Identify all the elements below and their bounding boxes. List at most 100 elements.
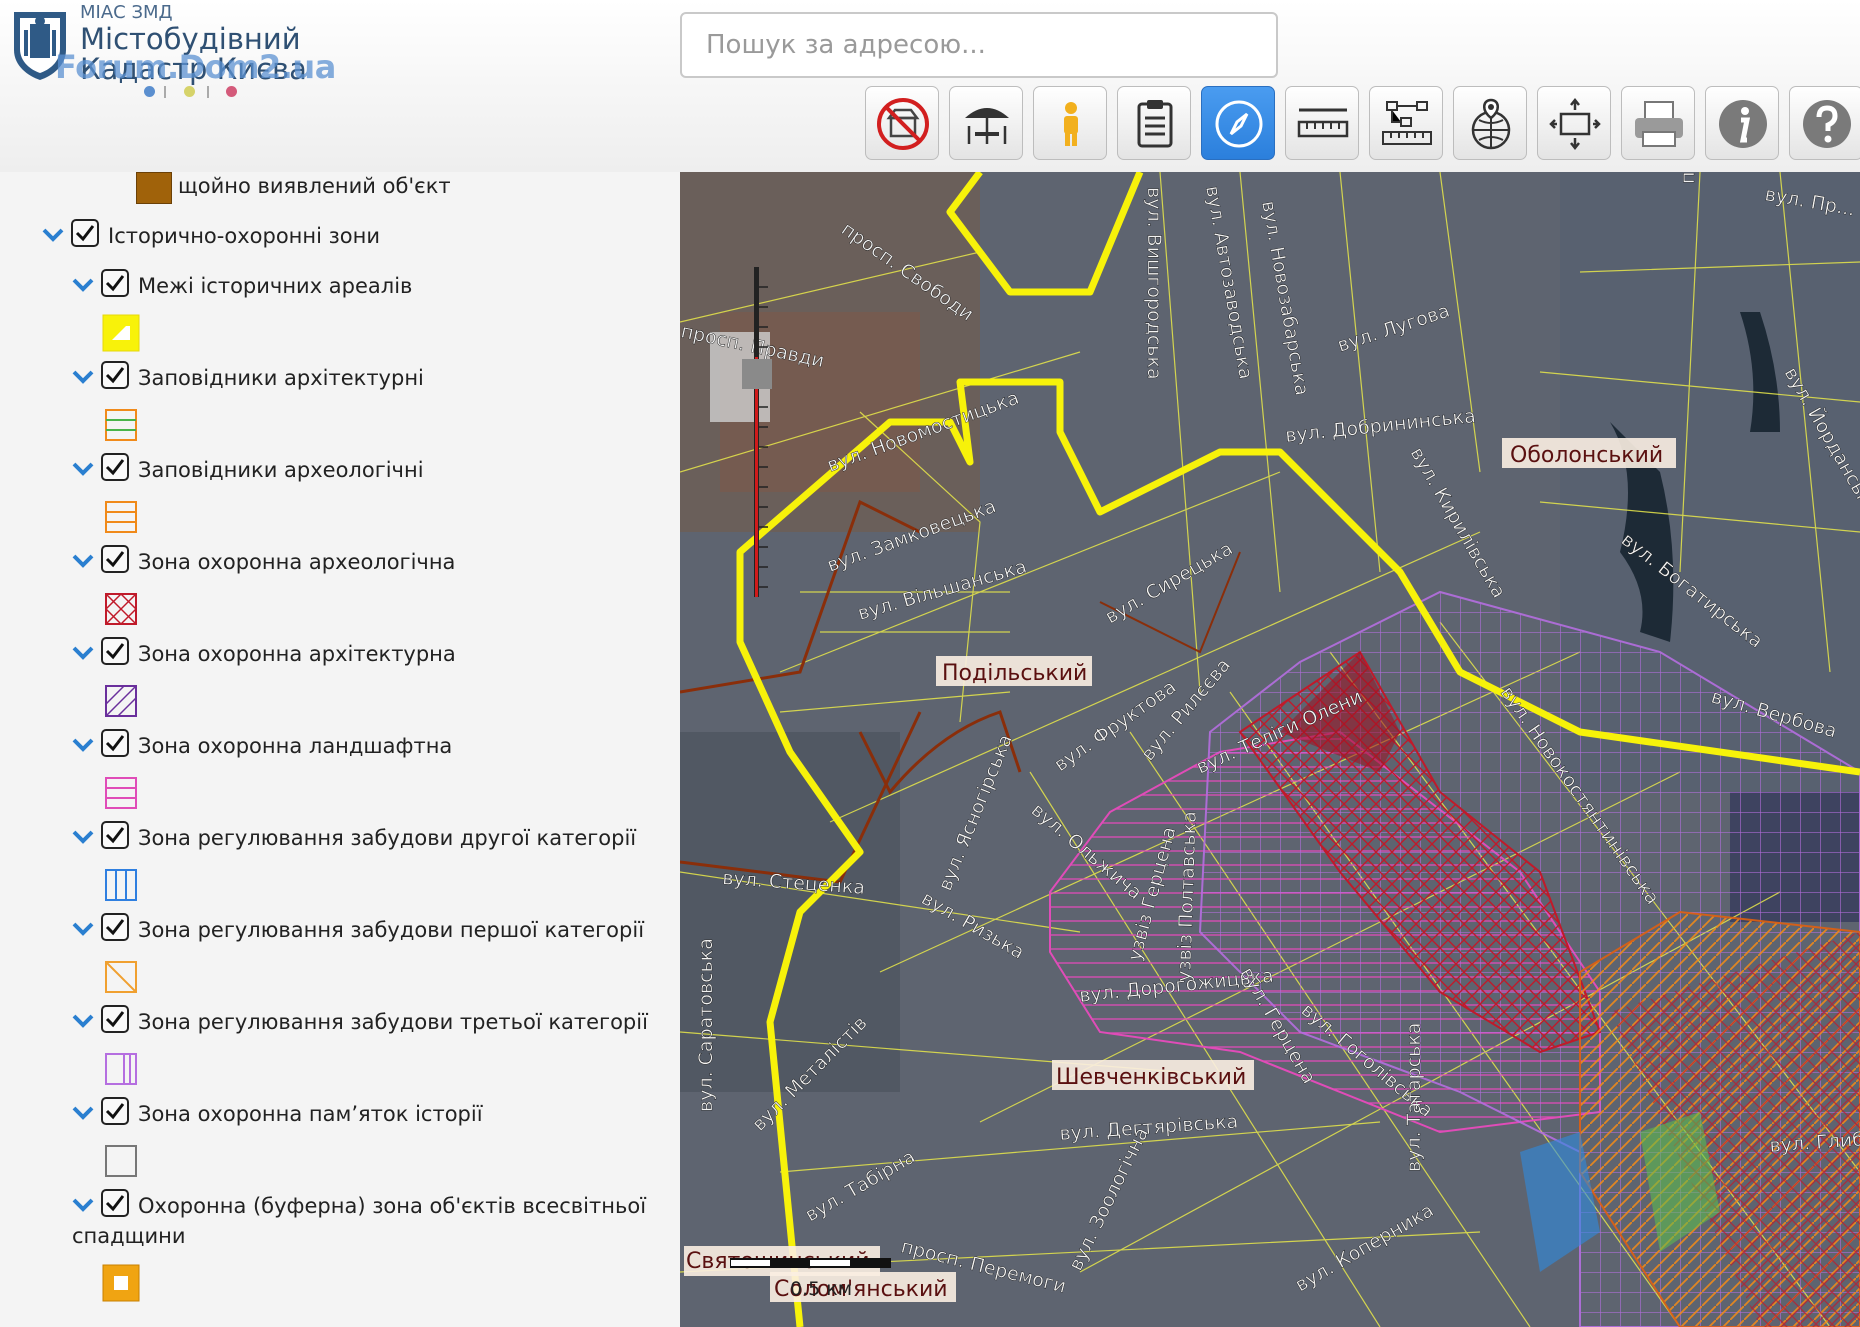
layer-3-checkbox[interactable] (101, 453, 129, 481)
compass-icon (1215, 100, 1263, 148)
legend-swatch (105, 593, 137, 625)
layer-7-checkbox[interactable] (101, 821, 129, 849)
legend-row: Зона охоронна археологічна (0, 545, 680, 638)
zoom-slider[interactable] (738, 267, 778, 597)
zoom-handle[interactable] (742, 359, 772, 389)
ruler-button[interactable] (1285, 86, 1359, 160)
legend-swatch (105, 1145, 137, 1177)
legend-row: Зона регулювання забудови першої категор… (0, 913, 680, 1006)
no-kiosk-icon (877, 98, 929, 150)
print-button[interactable] (1621, 86, 1695, 160)
clipboard-button[interactable] (1117, 86, 1191, 160)
group-label: Історично-охоронні зони (108, 224, 381, 248)
chevron-down-icon[interactable] (71, 917, 95, 941)
chevron-down-icon[interactable] (71, 1009, 95, 1033)
chevron-down-icon[interactable] (71, 273, 95, 297)
legend-row: Межі історичних ареалів (0, 269, 680, 362)
terrace-button[interactable] (949, 86, 1023, 160)
legend-swatch (102, 1264, 140, 1302)
checkmark-icon (105, 367, 125, 384)
globe-pin-button[interactable] (1453, 86, 1527, 160)
chevron-down-icon[interactable] (71, 549, 95, 573)
legend-row: Охоронна (буферна) зона об'єктів всесвіт… (0, 1189, 680, 1302)
logo-dots (144, 86, 244, 100)
layer-6-checkbox[interactable] (101, 729, 129, 757)
person-button[interactable] (1033, 86, 1107, 160)
legend-row: Зона охоронна архітектурна (0, 637, 680, 730)
chevron-down-icon[interactable] (71, 365, 95, 389)
legend-label: Зона регулювання забудови третьої катего… (138, 1010, 648, 1034)
legend-swatch-newly-identified (136, 172, 172, 204)
scale-bar: 0.5 км (730, 1258, 891, 1300)
legend-row: Зона охоронна пам’яток історії (0, 1097, 680, 1190)
fullscreen-button[interactable] (1537, 86, 1611, 160)
legend-label: Зона охоронна пам’яток історії (138, 1102, 483, 1126)
person-icon (1064, 102, 1078, 146)
printer-icon (1635, 101, 1683, 147)
street-label: просп. Оболонський (1677, 172, 1699, 184)
checkmark-icon (105, 551, 125, 568)
checkmark-icon (105, 1011, 125, 1028)
legend-swatch (105, 409, 137, 441)
globe-pin-icon (1471, 98, 1511, 150)
legend-swatch (105, 961, 137, 993)
checkmark-icon (75, 225, 95, 242)
layer-5-checkbox[interactable] (101, 637, 129, 665)
layers-legend-panel: щойно виявлений об'єкт Історично-охоронн… (0, 172, 680, 1327)
layer-4-checkbox[interactable] (101, 545, 129, 573)
area-measure-button[interactable] (1369, 86, 1443, 160)
legend-label: Зона регулювання забудови першої категор… (138, 918, 645, 942)
help-button[interactable] (1789, 86, 1860, 160)
layer-8-checkbox[interactable] (101, 913, 129, 941)
chevron-down-icon[interactable] (41, 223, 65, 247)
legend-row: Заповідники архітектурні (0, 361, 680, 454)
district-label: Подільський (942, 661, 1087, 686)
checkmark-icon (105, 275, 125, 292)
watermark: Forum.Dom2.ua (55, 48, 336, 86)
legend-label: Охоронна (буферна) зона об'єктів всесвіт… (138, 1194, 647, 1218)
checkmark-icon (105, 919, 125, 936)
legend-label: Зона регулювання забудови другої категор… (138, 826, 637, 850)
ruler-icon (1297, 108, 1349, 138)
layer-10-checkbox[interactable] (101, 1097, 129, 1125)
app-header: МІАС ЗМД Містобудівний Кадастр Києва For… (0, 0, 1860, 173)
layer-11-checkbox[interactable] (101, 1189, 129, 1217)
group-checkbox[interactable] (71, 219, 99, 247)
chevron-down-icon[interactable] (71, 1193, 95, 1217)
logo-subtitle: МІАС ЗМД (80, 2, 173, 23)
compass-button[interactable] (1201, 86, 1275, 160)
chevron-down-icon[interactable] (71, 641, 95, 665)
legend-row: Заповідники археологічні (0, 453, 680, 546)
no-kiosk-button[interactable] (865, 86, 939, 160)
chevron-down-icon[interactable] (71, 825, 95, 849)
legend-label: Межі історичних ареалів (138, 274, 413, 298)
scale-label: 0.5 км (790, 1278, 852, 1300)
layer-1-checkbox[interactable] (101, 269, 129, 297)
legend-swatch (105, 501, 137, 533)
clipboard-icon (1137, 100, 1173, 148)
address-search-input[interactable] (680, 12, 1278, 78)
legend-label-continued: спадщини (72, 1224, 186, 1248)
fullscreen-icon (1549, 97, 1601, 151)
info-button[interactable] (1705, 86, 1779, 160)
legend-swatch (105, 1053, 137, 1085)
chevron-down-icon[interactable] (71, 457, 95, 481)
street-label: вул. Вишгородська (1143, 187, 1165, 380)
chevron-down-icon[interactable] (71, 733, 95, 757)
legend-label-newly-identified: щойно виявлений об'єкт (178, 174, 451, 198)
checkmark-icon (105, 827, 125, 844)
checkmark-icon (105, 459, 125, 476)
legend-label: Заповідники архітектурні (138, 366, 424, 390)
checkmark-icon (105, 735, 125, 752)
map-canvas[interactable]: Оболонський Подільський Шевченківський С… (680, 172, 1860, 1327)
chevron-down-icon[interactable] (71, 1101, 95, 1125)
legend-swatch (105, 685, 137, 717)
map-view[interactable]: Оболонський Подільський Шевченківський С… (680, 172, 1860, 1327)
district-label: Оболонський (1510, 443, 1663, 468)
umbrella-table-icon (965, 108, 1009, 144)
legend-swatch (105, 869, 137, 901)
legend-label: Зона охоронна археологічна (138, 550, 456, 574)
layer-2-checkbox[interactable] (101, 361, 129, 389)
layer-9-checkbox[interactable] (101, 1005, 129, 1033)
legend-label: Зона охоронна архітектурна (138, 642, 456, 666)
